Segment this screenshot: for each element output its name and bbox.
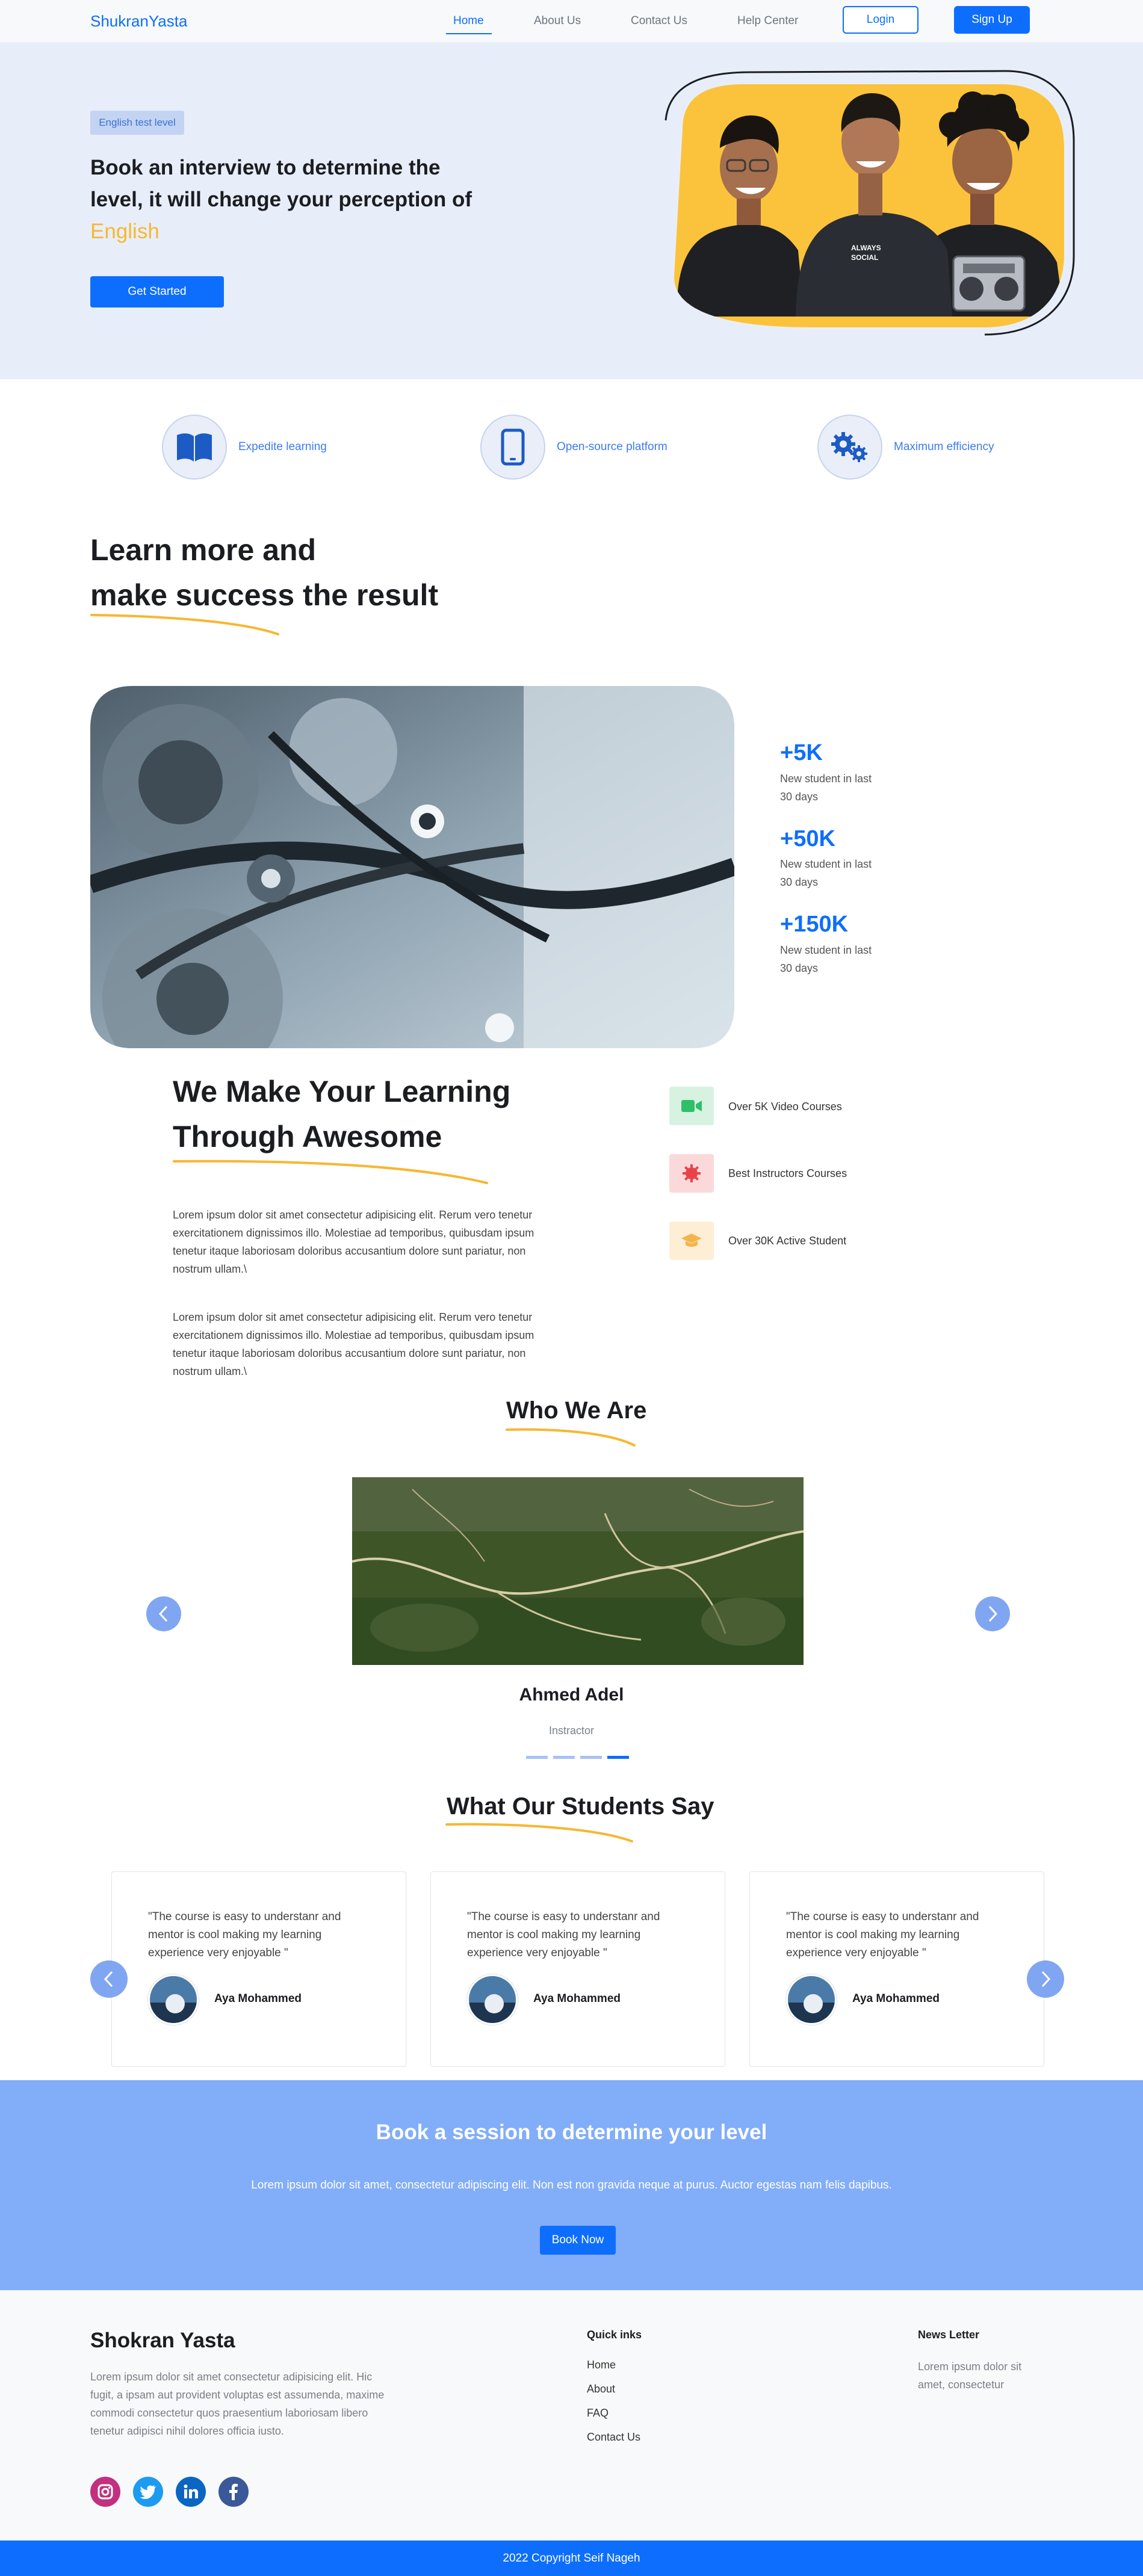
stat-value-2: +50K — [780, 826, 835, 851]
chip-best-instructors: Best Instructors Courses — [728, 1167, 847, 1179]
testimonial-card-2: "The course is easy to understanr and me… — [430, 1871, 725, 2067]
footer-link-contact[interactable]: Contact Us — [587, 2431, 640, 2444]
learning-hero-image — [90, 686, 734, 1048]
who-next-button[interactable] — [975, 1596, 1010, 1631]
facebook-icon[interactable] — [218, 2477, 249, 2507]
footer-link-about[interactable]: About — [587, 2383, 615, 2395]
footer-link-faq[interactable]: FAQ — [587, 2407, 609, 2420]
testimonial-quote: "The course is easy to understanr and me… — [148, 1910, 341, 1959]
brand-logo[interactable]: ShukranYasta — [90, 12, 187, 31]
svg-text:SOCIAL: SOCIAL — [851, 253, 878, 262]
students-underline-decoration — [445, 1823, 633, 1842]
feature-expedite-learning: Expedite learning — [238, 440, 327, 453]
newsletter-text: Lorem ipsum dolor sit amet, consectetur — [918, 2361, 1022, 2391]
carousel-dot-3[interactable] — [580, 1756, 602, 1759]
nav-link-home[interactable]: Home — [453, 14, 484, 28]
carousel-dot-4[interactable] — [607, 1756, 629, 1759]
who-underline-decoration — [506, 1428, 636, 1447]
testimonial-quote: "The course is easy to understanr and me… — [467, 1910, 660, 1959]
get-started-button[interactable]: Get Started — [90, 276, 224, 307]
instagram-icon[interactable] — [90, 2477, 120, 2507]
title-underline-decoration — [90, 614, 279, 635]
badge-icon — [669, 1154, 714, 1193]
testimonial-name: Aya Mohammed — [533, 1992, 621, 2005]
awesome-title-line2: Through Awesome — [173, 1120, 442, 1154]
stat-text-3: New student in last 30 days — [780, 944, 872, 974]
svg-text:ALWAYS: ALWAYS — [851, 244, 881, 252]
book-now-button[interactable]: Book Now — [540, 2226, 616, 2255]
chip-video-courses: Over 5K Video Courses — [728, 1101, 842, 1113]
students-prev-button[interactable] — [90, 1960, 128, 1998]
footer-description: Lorem ipsum dolor sit amet consectetur a… — [90, 2371, 385, 2437]
gears-icon — [817, 415, 882, 480]
copyright-bar: 2022 Copyright Seif Nageh — [0, 2540, 1143, 2576]
chip-active-students: Over 30K Active Student — [728, 1235, 847, 1247]
carousel-dot-2[interactable] — [553, 1756, 575, 1759]
cta-text: Lorem ipsum dolor sit amet, consectetur … — [251, 2179, 892, 2191]
footer-brand: Shokran Yasta — [90, 2329, 235, 2352]
instructor-role: Instractor — [548, 1725, 595, 1737]
cta-title: Book a session to determine your level — [376, 2120, 767, 2144]
newsletter-title: News Letter — [918, 2329, 980, 2341]
signup-button[interactable]: Sign Up — [954, 6, 1030, 34]
awesome-underline-decoration — [173, 1160, 488, 1184]
awesome-paragraph-1: Lorem ipsum dolor sit amet consectetur a… — [173, 1209, 534, 1275]
nav-active-indicator — [446, 33, 492, 34]
hero-image: ALWAYS SOCIAL — [664, 70, 1075, 336]
graduation-cap-icon — [669, 1222, 714, 1260]
awesome-paragraph-2: Lorem ipsum dolor sit amet consectetur a… — [173, 1311, 534, 1377]
login-button[interactable]: Login — [843, 6, 918, 34]
awesome-title-line1: We Make Your Learning — [173, 1075, 511, 1108]
students-title: What Our Students Say — [447, 1793, 714, 1820]
stat-value-3: +150K — [780, 912, 849, 937]
testimonial-card-1: "The course is easy to understanr and me… — [111, 1871, 406, 2067]
instructor-name: Ahmed Adel — [519, 1685, 624, 1705]
testimonial-quote: "The course is easy to understanr and me… — [786, 1910, 979, 1959]
twitter-icon[interactable] — [133, 2477, 163, 2507]
avatar — [467, 1974, 518, 2025]
instructor-image — [352, 1477, 804, 1665]
testimonial-name: Aya Mohammed — [852, 1992, 940, 2005]
who-we-are-title: Who We Are — [506, 1397, 647, 1424]
video-icon — [669, 1087, 714, 1125]
nav-link-contact[interactable]: Contact Us — [631, 14, 687, 28]
stat-value-1: +5K — [780, 740, 823, 765]
footer-link-home[interactable]: Home — [587, 2359, 616, 2371]
students-next-button[interactable] — [1027, 1960, 1064, 1998]
testimonial-name: Aya Mohammed — [214, 1992, 302, 2005]
carousel-dot-1[interactable] — [526, 1756, 548, 1759]
book-icon — [162, 415, 227, 480]
quick-links-title: Quick inks — [587, 2329, 642, 2341]
nav-link-help[interactable]: Help Center — [737, 14, 798, 28]
feature-maximum-efficiency: Maximum efficiency — [894, 440, 994, 453]
hero-badge: English test level — [90, 111, 184, 135]
stat-text-2: New student in last 30 days — [780, 858, 872, 888]
avatar — [786, 1974, 837, 2025]
testimonial-card-3: "The course is easy to understanr and me… — [749, 1871, 1044, 2067]
nav-link-about[interactable]: About Us — [534, 14, 581, 28]
feature-open-source: Open-source platform — [557, 440, 668, 453]
who-prev-button[interactable] — [146, 1596, 181, 1631]
avatar — [148, 1974, 199, 2025]
linkedin-icon[interactable] — [176, 2477, 206, 2507]
hero-title: Book an interview to determine the level… — [90, 156, 472, 243]
learn-title-line1: Learn more and — [90, 533, 317, 567]
phone-icon — [480, 415, 545, 480]
stat-text-1: New student in last 30 days — [780, 773, 872, 803]
